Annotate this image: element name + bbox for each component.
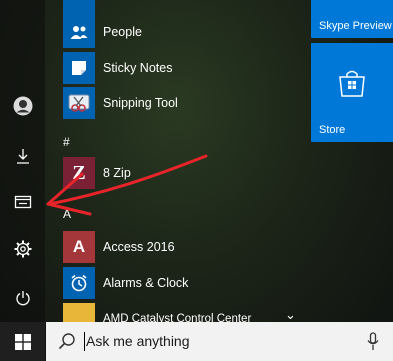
power-icon bbox=[15, 291, 30, 306]
folder-icon bbox=[14, 195, 31, 209]
app-label: Access 2016 bbox=[103, 240, 175, 254]
power-button[interactable] bbox=[0, 278, 45, 318]
list-item-sticky-notes[interactable]: Sticky Notes bbox=[63, 51, 303, 85]
tile-label: Skype Preview bbox=[319, 20, 392, 32]
list-item-people[interactable]: People bbox=[63, 15, 303, 49]
store-tile[interactable]: Store bbox=[311, 43, 393, 142]
tile-empty bbox=[311, 147, 393, 235]
app-label: 8 Zip bbox=[103, 166, 131, 180]
downloads-button[interactable] bbox=[0, 136, 45, 176]
zip-icon: Z bbox=[63, 157, 95, 189]
sticky-notes-icon bbox=[63, 52, 95, 84]
start-menu-left-rail bbox=[0, 0, 45, 322]
settings-button[interactable] bbox=[0, 229, 45, 269]
text-caret bbox=[84, 332, 85, 351]
search-box[interactable]: Ask me anything bbox=[46, 322, 393, 361]
list-item-8-zip[interactable]: Z 8 Zip bbox=[63, 156, 303, 190]
app-label: Sticky Notes bbox=[103, 61, 173, 75]
app-list: People Sticky Notes Snipping Tool # Z 8 … bbox=[45, 0, 307, 335]
windows-logo-icon bbox=[14, 333, 31, 350]
gear-icon bbox=[14, 240, 31, 258]
microphone-icon[interactable] bbox=[367, 332, 379, 351]
section-header-hash[interactable]: # bbox=[63, 135, 70, 149]
people-icon bbox=[63, 16, 95, 48]
list-item-access-2016[interactable]: A Access 2016 bbox=[63, 230, 303, 264]
scissors-icon bbox=[63, 87, 95, 119]
download-icon bbox=[16, 149, 29, 164]
chevron-down-icon[interactable]: ⌄ bbox=[285, 308, 296, 323]
tile-area: Skype Preview Store bbox=[311, 0, 393, 322]
access-icon: A bbox=[63, 231, 95, 263]
app-label: Snipping Tool bbox=[103, 96, 178, 110]
user-icon bbox=[13, 96, 32, 116]
user-avatar-button[interactable] bbox=[0, 86, 45, 126]
list-item-alarms-clock[interactable]: Alarms & Clock bbox=[63, 266, 303, 300]
store-bag-icon bbox=[339, 70, 365, 97]
app-label: People bbox=[103, 25, 142, 39]
search-icon bbox=[58, 333, 75, 350]
list-item-snipping-tool[interactable]: Snipping Tool bbox=[63, 86, 303, 120]
app-label: Alarms & Clock bbox=[103, 276, 189, 290]
skype-preview-tile[interactable]: Skype Preview bbox=[311, 0, 393, 38]
start-button[interactable] bbox=[0, 322, 45, 361]
tile-label: Store bbox=[319, 124, 346, 136]
file-explorer-button[interactable] bbox=[0, 182, 45, 222]
section-header-a[interactable]: A bbox=[63, 207, 71, 221]
alarm-clock-icon bbox=[63, 267, 95, 299]
search-input[interactable]: Ask me anything bbox=[86, 333, 190, 349]
taskbar: Ask me anything bbox=[0, 322, 393, 361]
